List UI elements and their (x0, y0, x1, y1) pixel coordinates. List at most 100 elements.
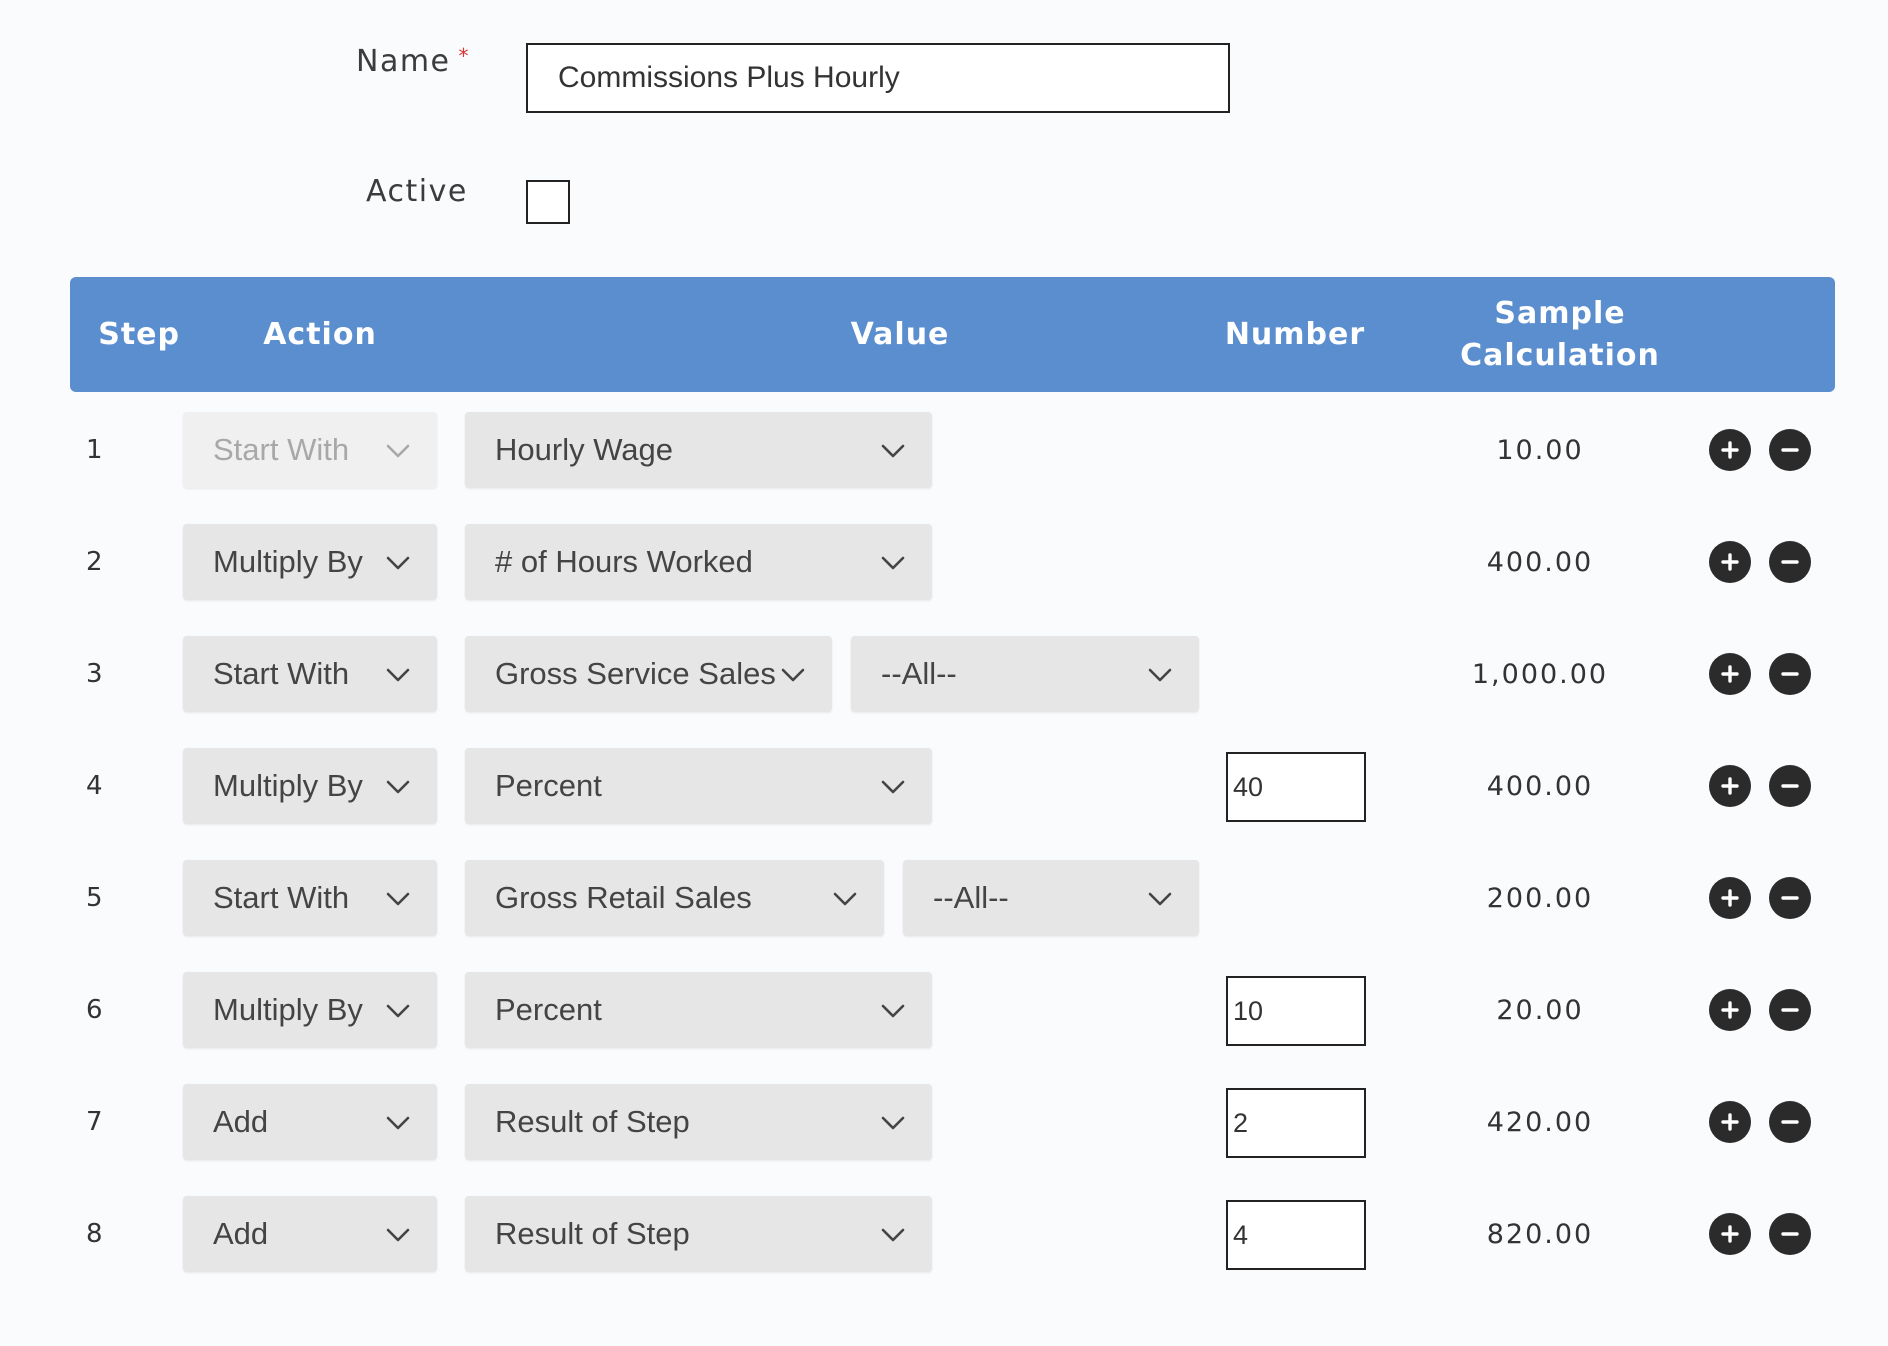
table-row: 8 Add Result of Step 4 820.00 (0, 1196, 1888, 1272)
active-label: Active (366, 174, 468, 209)
value-select-value: Percent (495, 768, 602, 803)
action-select: Start With (183, 412, 437, 488)
value-select-value: Gross Retail Sales (495, 880, 752, 915)
value-select-value: Hourly Wage (495, 432, 674, 467)
remove-step-button[interactable] (1769, 1213, 1811, 1255)
table-row: 6 Multiply By Percent 10 20.00 (0, 972, 1888, 1048)
value-select-value: # of Hours Worked (495, 544, 753, 579)
action-select[interactable]: Add (183, 1196, 437, 1272)
name-input[interactable]: Commissions Plus Hourly (526, 43, 1230, 113)
action-select-value: Start With (213, 432, 350, 467)
action-select[interactable]: Multiply By (183, 748, 437, 824)
minus-icon (1779, 1111, 1801, 1133)
add-step-button[interactable] (1709, 1213, 1751, 1255)
action-select-value: Start With (213, 656, 350, 691)
minus-icon (1779, 775, 1801, 797)
chevron-down-icon (780, 662, 806, 688)
plus-icon (1719, 1111, 1741, 1133)
chevron-down-icon (880, 1222, 906, 1248)
filter-select[interactable]: --All-- (851, 636, 1199, 712)
add-step-button[interactable] (1709, 429, 1751, 471)
plus-icon (1719, 775, 1741, 797)
chevron-down-icon (880, 550, 906, 576)
filter-select[interactable]: --All-- (903, 860, 1199, 936)
filter-select-value: --All-- (881, 656, 957, 691)
step-number: 3 (86, 659, 103, 689)
remove-step-button[interactable] (1769, 765, 1811, 807)
value-select[interactable]: Result of Step (465, 1084, 932, 1160)
sample-calculation: 10.00 (1496, 434, 1584, 466)
active-checkbox[interactable] (526, 180, 570, 224)
table-row: 7 Add Result of Step 2 420.00 (0, 1084, 1888, 1160)
header-sample-line1: Sample (1494, 295, 1626, 331)
plus-icon (1719, 663, 1741, 685)
number-input-value: 4 (1233, 1219, 1249, 1250)
value-select[interactable]: Percent (465, 748, 932, 824)
sample-calculation: 20.00 (1496, 994, 1584, 1026)
add-step-button[interactable] (1709, 765, 1751, 807)
remove-step-button[interactable] (1769, 653, 1811, 695)
table-row: 4 Multiply By Percent 40 400.00 (0, 748, 1888, 824)
chevron-down-icon (385, 550, 411, 576)
value-select[interactable]: Hourly Wage (465, 412, 932, 488)
value-select[interactable]: Percent (465, 972, 932, 1048)
remove-step-button[interactable] (1769, 1101, 1811, 1143)
plus-icon (1719, 551, 1741, 573)
minus-icon (1779, 663, 1801, 685)
action-select-value: Multiply By (213, 992, 363, 1027)
chevron-down-icon (1147, 662, 1173, 688)
value-select-value: Gross Service Sales (495, 656, 776, 691)
add-step-button[interactable] (1709, 1101, 1751, 1143)
value-select[interactable]: Gross Retail Sales (465, 860, 884, 936)
add-step-button[interactable] (1709, 989, 1751, 1031)
step-number: 6 (86, 995, 103, 1025)
value-select[interactable]: # of Hours Worked (465, 524, 932, 600)
value-select-value: Percent (495, 992, 602, 1027)
header-number: Number (1224, 316, 1366, 352)
value-select[interactable]: Gross Service Sales (465, 636, 832, 712)
remove-step-button[interactable] (1769, 429, 1811, 471)
add-step-button[interactable] (1709, 541, 1751, 583)
chevron-down-icon (385, 1222, 411, 1248)
action-select[interactable]: Multiply By (183, 524, 437, 600)
chevron-down-icon (1147, 886, 1173, 912)
name-label: Name * (356, 44, 470, 79)
name-label-text: Name (356, 44, 451, 79)
sample-calculation: 200.00 (1486, 882, 1594, 914)
action-select[interactable]: Multiply By (183, 972, 437, 1048)
chevron-down-icon (385, 998, 411, 1024)
number-input[interactable]: 40 (1226, 752, 1366, 822)
step-number: 4 (86, 771, 103, 801)
action-select-value: Start With (213, 880, 350, 915)
action-select[interactable]: Start With (183, 636, 437, 712)
chevron-down-icon (880, 998, 906, 1024)
action-select[interactable]: Start With (183, 860, 437, 936)
add-step-button[interactable] (1709, 877, 1751, 919)
remove-step-button[interactable] (1769, 877, 1811, 919)
table-row: 3 Start With Gross Service Sales --All--… (0, 636, 1888, 712)
minus-icon (1779, 999, 1801, 1021)
remove-step-button[interactable] (1769, 541, 1811, 583)
action-select-value: Add (213, 1216, 269, 1251)
sample-calculation: 1,000.00 (1471, 658, 1609, 690)
chevron-down-icon (880, 774, 906, 800)
step-number: 5 (86, 883, 103, 913)
sample-calculation: 400.00 (1486, 770, 1594, 802)
step-number: 8 (86, 1219, 103, 1249)
number-input[interactable]: 2 (1226, 1088, 1366, 1158)
step-number: 7 (86, 1107, 103, 1137)
chevron-down-icon (880, 438, 906, 464)
number-input[interactable]: 4 (1226, 1200, 1366, 1270)
remove-step-button[interactable] (1769, 989, 1811, 1031)
header-sample-calculation: Sample Calculation (1430, 277, 1690, 392)
action-select[interactable]: Add (183, 1084, 437, 1160)
minus-icon (1779, 551, 1801, 573)
minus-icon (1779, 439, 1801, 461)
value-select-value: Result of Step (495, 1104, 690, 1139)
step-number: 2 (86, 547, 103, 577)
value-select[interactable]: Result of Step (465, 1196, 932, 1272)
value-select-value: Result of Step (495, 1216, 690, 1251)
number-input[interactable]: 10 (1226, 976, 1366, 1046)
filter-select-value: --All-- (933, 880, 1009, 915)
add-step-button[interactable] (1709, 653, 1751, 695)
